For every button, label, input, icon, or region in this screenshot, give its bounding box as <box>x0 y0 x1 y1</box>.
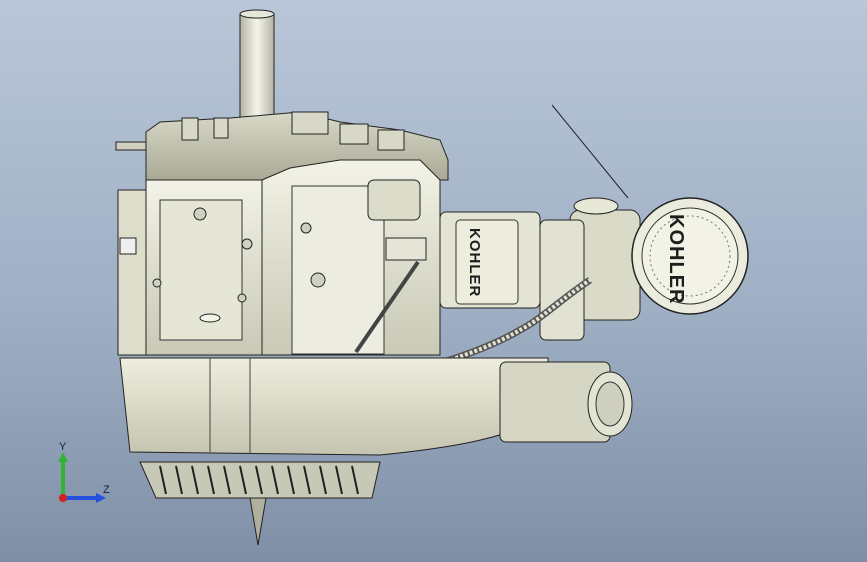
flywheel-grille <box>139 461 381 546</box>
air-filter: KOHLER <box>539 104 749 341</box>
engine-3d-model[interactable]: KOHLER KOHLER <box>0 0 867 562</box>
y-axis-label: Y <box>59 441 67 453</box>
z-axis-label: Z <box>103 484 110 496</box>
ignition-brand-label: KOHLER <box>466 228 483 297</box>
base-shroud <box>119 357 549 456</box>
engine-block-center <box>261 159 441 356</box>
x-axis-dot <box>59 494 67 502</box>
crankcase-left <box>117 179 267 356</box>
starter-motor <box>499 361 633 443</box>
axis-triad: Y Z <box>48 438 118 508</box>
air-filter-brand-label: KOHLER <box>665 214 687 304</box>
cad-viewport[interactable]: KOHLER KOHLER Y Z <box>0 0 867 562</box>
ignition-module: KOHLER <box>439 211 541 309</box>
